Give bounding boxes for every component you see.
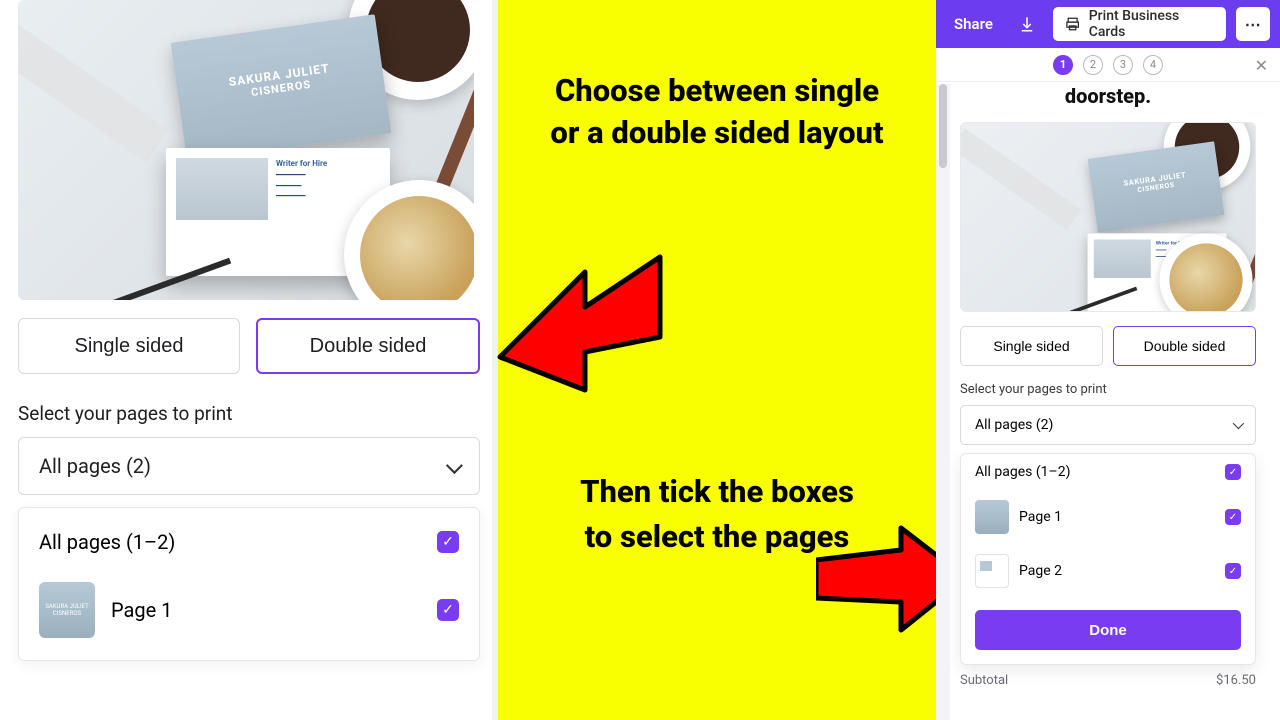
single-sided-button[interactable]: Single sided [18, 318, 240, 374]
page-2-thumbnail [975, 554, 1009, 588]
ruler-prop [18, 0, 169, 162]
pages-dropdown[interactable]: All pages (2) [18, 437, 480, 495]
chevron-down-icon [1233, 417, 1241, 433]
instruction-overlay: Choose between single or a double sided … [498, 0, 936, 720]
step-4[interactable]: 4 [1143, 55, 1163, 75]
subtotal-value: $16.50 [1216, 673, 1256, 688]
download-icon[interactable] [1011, 7, 1044, 41]
page-1-label: Page 1 [1019, 509, 1062, 525]
checkbox-checked-icon[interactable]: ✓ [1225, 464, 1241, 480]
page-2-label: Page 2 [1019, 563, 1062, 579]
checkbox-checked-icon[interactable]: ✓ [437, 531, 459, 553]
top-toolbar: Share Print Business Cards ⋯ [936, 0, 1280, 48]
card-photo [176, 158, 268, 220]
layout-segmented-control: Single sided Double sided [0, 318, 498, 374]
step-3[interactable]: 3 [1113, 55, 1133, 75]
select-pages-label: Select your pages to print [936, 366, 1280, 405]
step-1[interactable]: 1 [1053, 55, 1073, 75]
page-1-label: Page 1 [111, 598, 172, 622]
done-button[interactable]: Done [975, 610, 1241, 650]
page-1-thumbnail [975, 500, 1009, 534]
card-role: Writer for Hire [276, 158, 380, 170]
single-sided-button[interactable]: Single sided [960, 326, 1103, 366]
pages-dropdown-value: All pages (2) [39, 454, 151, 478]
panel-subheading: doorstep. [936, 82, 1280, 116]
layout-segmented-control-small: Single sided Double sided [936, 326, 1280, 366]
all-pages-label: All pages (1–2) [39, 530, 175, 554]
right-panel: Share Print Business Cards ⋯ 1 2 3 4 ✕ d… [936, 0, 1280, 720]
left-panel: SAKURA JULIET CISNEROS Writer for Hire ━… [0, 0, 498, 720]
checkbox-checked-icon[interactable]: ✓ [437, 599, 459, 621]
design-preview-small: SAKURA JULIETCISNEROS Writer for Hire━━━… [960, 122, 1256, 312]
double-sided-button[interactable]: Double sided [256, 318, 480, 374]
page-2-row[interactable]: Page 2 ✓ [961, 544, 1255, 598]
chevron-down-icon [447, 454, 459, 478]
print-business-cards-button[interactable]: Print Business Cards [1053, 7, 1225, 41]
close-icon[interactable]: ✕ [1255, 56, 1268, 75]
page-1-thumbnail: SAKURA JULIETCISNEROS [39, 582, 95, 638]
share-button[interactable]: Share [946, 9, 1001, 39]
design-preview-large: SAKURA JULIET CISNEROS Writer for Hire ━… [18, 0, 474, 300]
pages-dropdown-value: All pages (2) [975, 417, 1053, 433]
checkbox-checked-icon[interactable]: ✓ [1225, 563, 1241, 579]
instruction-text-1: Choose between single or a double sided … [498, 70, 936, 154]
select-pages-label: Select your pages to print [0, 374, 498, 437]
pages-dropdown-panel: All pages (1–2) ✓ Page 1 ✓ Page 2 ✓ Done [960, 453, 1256, 665]
double-sided-button[interactable]: Double sided [1113, 326, 1256, 366]
page-1-row[interactable]: Page 1 ✓ [961, 490, 1255, 544]
print-button-label: Print Business Cards [1089, 8, 1214, 40]
pages-dropdown-panel: All pages (1–2) ✓ SAKURA JULIETCISNEROS … [18, 507, 480, 661]
printer-icon [1065, 16, 1080, 32]
all-pages-label: All pages (1–2) [975, 464, 1070, 480]
step-2[interactable]: 2 [1083, 55, 1103, 75]
pages-dropdown[interactable]: All pages (2) [960, 405, 1256, 445]
page-1-row[interactable]: SAKURA JULIETCISNEROS Page 1 ✓ [19, 568, 479, 652]
all-pages-row[interactable]: All pages (1–2) ✓ [19, 516, 479, 568]
checkout-stepper: 1 2 3 4 ✕ [936, 48, 1280, 82]
subtotal-label: Subtotal [960, 673, 1008, 688]
more-menu-button[interactable]: ⋯ [1236, 7, 1270, 41]
all-pages-row[interactable]: All pages (1–2) ✓ [961, 454, 1255, 490]
subtotal-row: Subtotal $16.50 [936, 665, 1280, 688]
arrow-left-icon [490, 222, 670, 402]
checkbox-checked-icon[interactable]: ✓ [1225, 509, 1241, 525]
business-card-back: SAKURA JULIET CISNEROS [171, 14, 392, 162]
scrollbar[interactable] [936, 84, 950, 720]
